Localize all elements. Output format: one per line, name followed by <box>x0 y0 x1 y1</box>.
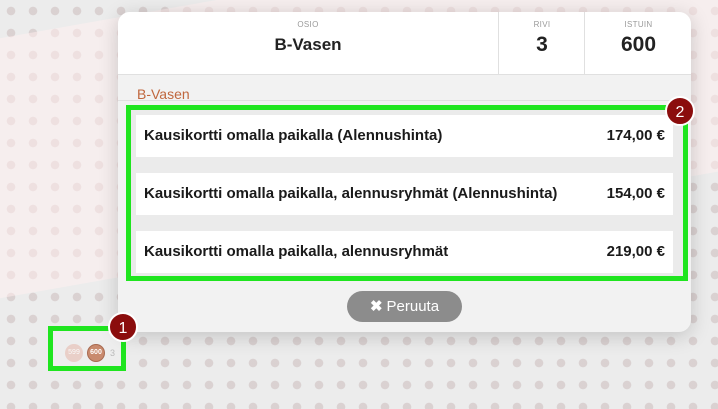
ticket-option[interactable]: Kausikortti omalla paikalla (Alennushint… <box>136 115 673 157</box>
section-label: OSIO <box>297 20 319 29</box>
section-value: B-Vasen <box>274 35 342 54</box>
ticket-name: Kausikortti omalla paikalla (Alennushint… <box>144 127 443 144</box>
ticket-name: Kausikortti omalla paikalla, alennusryhm… <box>144 185 558 202</box>
ticket-price: 154,00 € <box>606 185 665 202</box>
close-icon: ✖ <box>369 298 383 315</box>
ticket-price: 219,00 € <box>606 243 665 260</box>
ticket-price: 174,00 € <box>606 127 665 144</box>
section-cell: OSIO B-Vasen <box>118 12 498 74</box>
row-value: 3 <box>536 33 548 56</box>
seat-cell: ISTUIN 600 <box>584 12 692 74</box>
seat-row-number: 3 <box>110 348 116 358</box>
divider <box>118 100 691 101</box>
row-label: RIVI <box>533 20 551 29</box>
annotation-badge-2: 2 <box>665 96 695 126</box>
seat-info-header: OSIO B-Vasen RIVI 3 ISTUIN 600 <box>118 12 691 75</box>
seat-selected[interactable]: 600 <box>87 344 105 362</box>
seat-label: ISTUIN <box>624 20 653 29</box>
cancel-label: Peruuta <box>386 298 440 315</box>
cancel-button[interactable]: ✖ Peruuta <box>347 291 462 322</box>
row-cell: RIVI 3 <box>498 12 585 74</box>
ticket-option[interactable]: Kausikortti omalla paikalla, alennusryhm… <box>136 231 673 273</box>
seat-value: 600 <box>620 33 657 56</box>
ticket-option[interactable]: Kausikortti omalla paikalla, alennusryhm… <box>136 173 673 215</box>
ticket-selection-modal: OSIO B-Vasen RIVI 3 ISTUIN 600 B-Vasen K… <box>118 12 691 332</box>
ticket-name: Kausikortti omalla paikalla, alennusryhm… <box>144 243 449 260</box>
annotation-badge-1: 1 <box>108 312 138 342</box>
seat-previous[interactable]: 599 <box>65 344 83 362</box>
ticket-list: Kausikortti omalla paikalla (Alennushint… <box>126 105 688 281</box>
